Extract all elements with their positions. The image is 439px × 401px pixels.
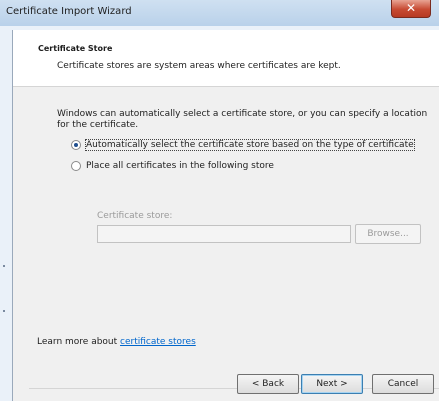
auto-select-store-label[interactable]: Automatically select the certificate sto…: [85, 139, 415, 151]
page-description: Certificate stores are system areas wher…: [57, 61, 341, 71]
auto-select-store-option[interactable]: Automatically select the certificate sto…: [71, 139, 415, 151]
window-title: Certificate Import Wizard: [6, 6, 132, 17]
title-bar[interactable]: Certificate Import Wizard ✕: [0, 0, 439, 26]
place-in-store-option[interactable]: Place all certificates in the following …: [71, 161, 274, 171]
certificate-stores-link[interactable]: certificate stores: [120, 337, 196, 347]
learn-more-text: Learn more about certificate stores: [37, 337, 196, 347]
wizard-header: Certificate Store Certificate stores are…: [13, 30, 439, 87]
wizard-page: Certificate Store Certificate stores are…: [12, 30, 439, 401]
close-button[interactable]: ✕: [391, 0, 431, 18]
next-button[interactable]: Next >: [301, 374, 363, 394]
cancel-button[interactable]: Cancel: [372, 374, 434, 394]
window-frame-edge: [3, 250, 5, 400]
certificate-import-wizard-window: Certificate Import Wizard ✕ Certificate …: [0, 0, 439, 401]
auto-select-store-radio[interactable]: [71, 140, 81, 150]
back-button[interactable]: < Back: [237, 374, 299, 394]
place-in-store-label[interactable]: Place all certificates in the following …: [86, 161, 274, 171]
browse-button[interactable]: Browse...: [355, 224, 421, 244]
close-icon: ✕: [405, 1, 417, 15]
certificate-store-label: Certificate store:: [97, 211, 173, 221]
intro-text: Windows can automatically select a certi…: [57, 109, 428, 130]
page-title: Certificate Store: [38, 44, 113, 53]
place-in-store-radio[interactable]: [71, 161, 81, 171]
certificate-store-field[interactable]: [97, 225, 351, 243]
learn-more-prefix: Learn more about: [37, 337, 121, 347]
